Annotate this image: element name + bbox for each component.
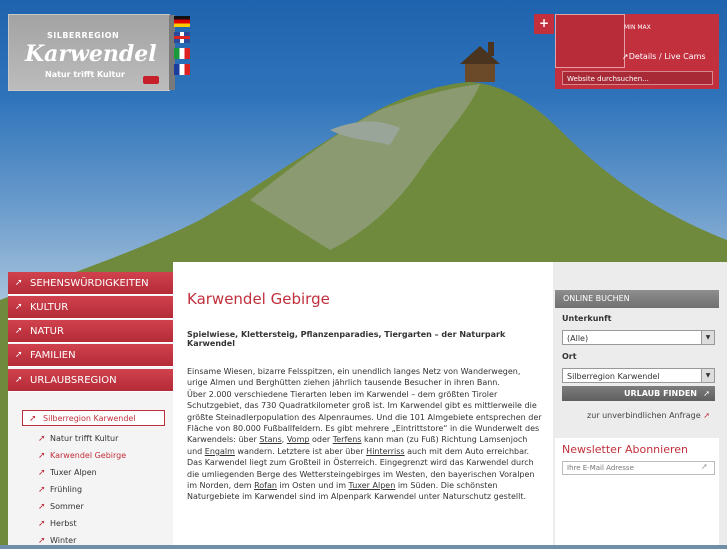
arrow-icon: ➚ [38, 468, 46, 478]
unterkunft-select[interactable]: (Alle) ▼ [562, 330, 715, 345]
main-content: Karwendel Gebirge Spielwiese, Kletterste… [173, 262, 553, 545]
page-subtitle: Spielwiese, Klettersteig, Pflanzenparadi… [187, 330, 506, 348]
paragraph-1: Einsame Wiesen, bizarre Felsspitzen, ein… [187, 367, 521, 388]
min-max-label: MIN MAX [624, 24, 651, 31]
arrow-icon: ➚ [38, 485, 46, 495]
logo-line1: SILBERREGION [47, 31, 120, 40]
arrow-icon: ➚ [15, 375, 23, 385]
newsletter-box: Newsletter Abonnieren ➚ [555, 438, 719, 545]
arrow-icon: ➚ [29, 414, 37, 424]
expand-plus-button[interactable]: + [534, 14, 554, 34]
arrow-icon: ➚ [38, 519, 46, 529]
flag-en-icon[interactable] [174, 32, 190, 43]
arrow-icon: ➚ [38, 536, 46, 546]
language-switcher [174, 16, 190, 80]
ort-select[interactable]: Silberregion Karwendel ▼ [562, 368, 715, 383]
site-logo[interactable]: SILBERREGION Karwendel Natur trifft Kult… [8, 14, 175, 91]
nav-item-kultur[interactable]: ➚ KULTUR [8, 296, 173, 319]
link-rofan[interactable]: Rofan [254, 481, 277, 490]
article-body: Einsame Wiesen, bizarre Felsspitzen, ein… [187, 366, 543, 503]
nav-item-familien[interactable]: ➚ FAMILIEN [8, 344, 173, 367]
arrow-icon: ➚ [15, 302, 23, 312]
arrow-icon: ➚ [15, 278, 23, 288]
arrow-icon: ➚ [15, 326, 23, 336]
arrow-icon: ➚ [703, 411, 710, 420]
logo-tagline: Natur trifft Kultur [45, 70, 125, 79]
urlaub-finden-button[interactable]: URLAUB FINDEN ➚ [562, 386, 715, 401]
nav-item-natur[interactable]: ➚ NATUR [8, 320, 173, 343]
arrow-icon: ➚ [38, 451, 46, 461]
right-sidebar: ONLINE BUCHEN Unterkunft (Alle) ▼ Ort Sil… [553, 262, 727, 545]
link-stans[interactable]: Stans [259, 435, 281, 444]
paragraph-2: Über 2.000 verschiedene Tierarten leben … [187, 389, 542, 456]
page-title: Karwendel Gebirge [187, 290, 330, 308]
link-vomp[interactable]: Vomp [287, 435, 310, 444]
subnav-silberregion-karwendel[interactable]: ➚ Silberregion Karwendel [22, 410, 165, 426]
dropdown-arrow-icon: ▼ [701, 369, 714, 382]
submit-arrow-icon[interactable]: ➚ [701, 462, 708, 471]
newsletter-title: Newsletter Abonnieren [562, 443, 688, 456]
flag-de-icon[interactable] [174, 16, 190, 27]
logo-wordmark: Karwendel [25, 41, 157, 67]
link-hinterriss[interactable]: Hinterriss [366, 447, 404, 456]
dropdown-arrow-icon: ▼ [701, 331, 714, 344]
arrow-icon: ➚ [38, 502, 46, 512]
arrow-icon: ➚ [38, 434, 46, 444]
flag-fr-icon[interactable] [174, 64, 190, 75]
newsletter-email-input[interactable] [562, 461, 715, 475]
nav-item-urlaubsregion[interactable]: ➚ URLAUBSREGION [8, 369, 173, 392]
details-live-cams-link[interactable]: ➚Details / Live Cams [622, 52, 706, 61]
link-terfens[interactable]: Terfens [333, 435, 362, 444]
nav-item-sehenswuerdigkeiten[interactable]: ➚ SEHENSWÜRDIGKEITEN [8, 272, 173, 295]
details-label: Details / Live Cams [628, 52, 706, 61]
online-buchen-header: ONLINE BUCHEN [555, 290, 719, 308]
link-tuxer-alpen[interactable]: Tuxer Alpen [349, 481, 396, 490]
flag-it-icon[interactable] [174, 48, 190, 59]
tirol-badge-icon [143, 76, 159, 84]
arrow-icon: ➚ [15, 350, 23, 360]
left-navigation: ➚ SEHENSWÜRDIGKEITEN ➚ KULTUR ➚ NATUR ➚ FAMI… [8, 272, 173, 546]
site-search-input[interactable]: Website durchsuchen... [562, 71, 713, 85]
arrow-icon: ➚ [703, 389, 710, 398]
webcam-thumbnail[interactable] [555, 14, 625, 68]
unterkunft-label: Unterkunft [562, 314, 612, 323]
link-engalm[interactable]: Engalm [205, 447, 235, 456]
paragraph-3: Das Karwendel liegt zum Großteil in Öste… [187, 458, 535, 502]
ort-label: Ort [562, 352, 577, 361]
anfrage-link[interactable]: zur unverbindlichen Anfrage ➚ [587, 411, 710, 420]
